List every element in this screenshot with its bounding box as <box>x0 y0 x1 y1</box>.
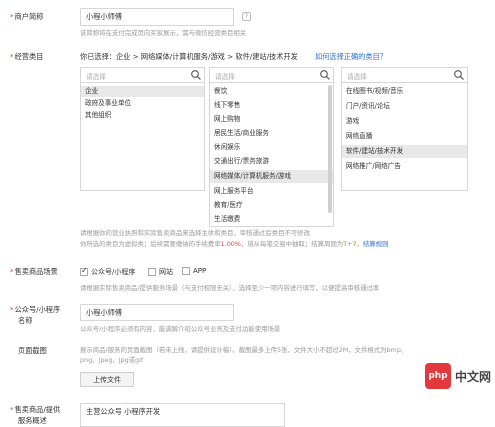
column-3-option[interactable]: 游戏 <box>342 116 467 127</box>
site-watermark: php 中文网 <box>424 363 491 389</box>
category-column-2[interactable]: 请选择 餐饮 线下零售 网上购物 居民生活/商业服务 休闲娱乐 交通出行/票务旅… <box>209 67 334 227</box>
screenshot-hint-2: png、jpeg、jpg或gif <box>80 356 144 364</box>
settlement-rules-link[interactable]: 结算规则 <box>363 240 389 248</box>
mp-name-label: *公众号/小程序 <box>10 305 61 314</box>
category-hint-2: 你所选的类目为虚拟类；后续需要缴纳的手续费率1.00%，将从每笔交易中抽取；结算… <box>80 240 389 248</box>
help-icon[interactable]: ? <box>242 12 251 21</box>
php-logo-icon: php <box>424 363 451 389</box>
desc-label: *售卖商品/提供 <box>10 405 61 414</box>
column-3-option[interactable]: 网络直播 <box>342 131 467 142</box>
column-2-option[interactable]: 居民生活/商业服务 <box>210 128 333 139</box>
column-1-search[interactable]: 请选择 <box>81 68 204 83</box>
column-3-option[interactable]: 软件/建站/技术开发 <box>342 145 467 158</box>
column-2-option[interactable]: 餐饮 <box>210 86 333 97</box>
column-1-option[interactable]: 政府及事业单位 <box>81 98 204 109</box>
watermark-text: 中文网 <box>454 369 491 384</box>
screenshot-label: 页面截图 <box>18 346 47 355</box>
category-help-link[interactable]: 如何选择正确的类目？ <box>315 52 387 62</box>
scene-hint: 请根据实际售卖商品/提供服务场景（与支付权限无关），选择至少一项内容进行填写，以… <box>80 284 380 292</box>
column-3-option[interactable]: 网络推广/网络广告 <box>342 161 467 172</box>
category-hint-1: 请根据你的营业执照和实际售卖商品来选择主体和类目，审核通过后类目不可修改 <box>80 229 311 237</box>
column-2-option[interactable]: 网上购物 <box>210 114 333 125</box>
checkbox[interactable] <box>148 268 156 276</box>
category-column-3[interactable]: 请选择 在线图书/视频/音乐 门户/资讯/论坛 游戏 网络直播 软件/建站/技术… <box>341 67 468 191</box>
column-2-option[interactable]: 网络媒体/计算机服务/游戏 <box>210 170 333 183</box>
column-2-option[interactable]: 线下零售 <box>210 100 333 111</box>
category-label: *经营类目 <box>10 52 44 61</box>
checkbox[interactable] <box>80 266 88 276</box>
search-icon[interactable] <box>319 69 331 81</box>
merchant-name-hint: 该简称将在支付完成页向买家展示，需与微信经营类目相关 <box>80 29 247 37</box>
column-2-option[interactable]: 休闲娱乐 <box>210 142 333 153</box>
category-column-1[interactable]: 请选择 企业 政府及事业单位 其他组织 <box>80 67 205 191</box>
upload-file-button[interactable]: 上传文件 <box>80 372 134 387</box>
column-2-scrollbar[interactable] <box>328 85 332 213</box>
column-1-option[interactable]: 企业 <box>81 86 204 97</box>
column-2-option[interactable]: 交通出行/票务旅游 <box>210 156 333 167</box>
scene-label: *售卖商品场景 <box>10 267 58 276</box>
scene-option-app[interactable]: APP <box>182 267 206 275</box>
column-2-option[interactable]: 生活缴费 <box>210 214 333 225</box>
mp-name-input[interactable]: 小程小师傅 <box>80 304 234 321</box>
column-3-search[interactable]: 请选择 <box>342 68 467 83</box>
column-2-option[interactable]: 网上服务平台 <box>210 186 333 197</box>
checkbox[interactable] <box>182 267 190 275</box>
mp-name-label-line2: 名称 <box>18 316 33 325</box>
scene-option-mp[interactable]: 公众号/小程序 <box>80 266 135 277</box>
search-icon[interactable] <box>453 69 465 81</box>
merchant-name-label: *商户简称 <box>10 12 44 21</box>
merchant-name-input[interactable]: 小程小师傅 <box>80 8 234 26</box>
column-2-option[interactable]: 教育/医疗 <box>210 200 333 211</box>
column-3-option[interactable]: 在线图书/视频/音乐 <box>342 86 467 97</box>
column-3-option[interactable]: 门户/资讯/论坛 <box>342 101 467 112</box>
desc-textarea[interactable]: 主营公众号 小程序开发 <box>80 403 285 427</box>
column-1-option[interactable]: 其他组织 <box>81 110 204 121</box>
desc-label-line2: 服务概述 <box>18 416 47 425</box>
column-2-search[interactable]: 请选择 <box>210 68 333 83</box>
scene-option-website[interactable]: 网站 <box>148 267 173 277</box>
category-selected-path: 你已选择：企业 > 网络媒体/计算机服务/游戏 > 软件/建站/技术开发 <box>80 52 298 61</box>
mp-name-hint: 公众号/小程序必须有内容，能满解介绍公众号业务及支付功能使用场景 <box>80 325 281 333</box>
search-icon[interactable] <box>190 69 202 81</box>
screenshot-hint-1: 展示商品/服务的页面截图（若未上线，请提供设计稿）。截图最多上传5张，文件大小不… <box>80 346 408 354</box>
